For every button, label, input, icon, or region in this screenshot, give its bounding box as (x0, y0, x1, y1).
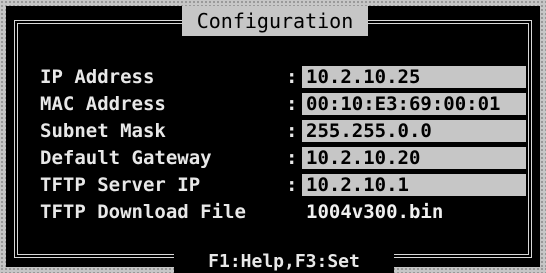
mac-address-field[interactable]: 00:10:E3:69:00:01 (302, 93, 526, 115)
dither-border-right (540, 0, 546, 273)
tftp-download-file-field[interactable]: 1004v300.bin (302, 201, 526, 223)
field-separator: : (286, 93, 298, 115)
footer-key-hints: F1:Help,F3:Set (174, 250, 394, 273)
tftp-server-ip-field[interactable]: 10.2.10.1 (302, 174, 526, 196)
default-gateway-label: Default Gateway (40, 147, 212, 169)
mac-address-label: MAC Address (40, 93, 166, 115)
default-gateway-field[interactable]: 10.2.10.20 (302, 147, 526, 169)
window-title: Configuration (182, 6, 368, 36)
ip-address-label: IP Address (40, 66, 155, 88)
tftp-server-ip-label: TFTP Server IP (40, 174, 201, 196)
ip-address-field[interactable]: 10.2.10.25 (302, 66, 526, 88)
subnet-mask-label: Subnet Mask (40, 120, 166, 142)
subnet-mask-field[interactable]: 255.255.0.0 (302, 120, 526, 142)
field-separator: : (286, 147, 298, 169)
field-separator: : (286, 174, 298, 196)
tftp-download-file-label: TFTP Download File (40, 201, 246, 223)
configuration-window: Configuration IP Address : 10.2.10.25 MA… (6, 6, 540, 273)
field-separator: : (286, 120, 298, 142)
field-separator: : (286, 66, 298, 88)
